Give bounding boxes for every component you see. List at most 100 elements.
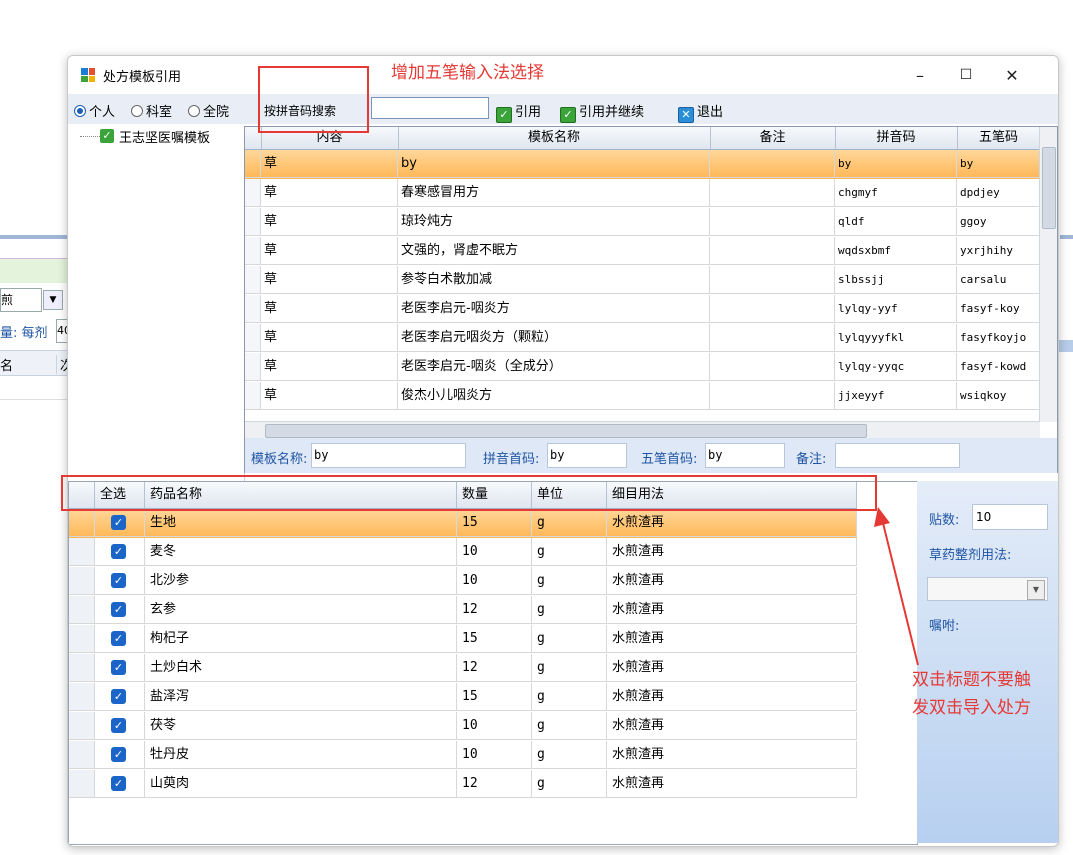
template-row[interactable]: 草老医李启元-咽炎方 lylqy-yyf fasyf-koy <box>245 295 1057 324</box>
exit-button[interactable]: ✕ 退出 <box>678 101 723 123</box>
cell-wubi: ggoy <box>957 208 1040 236</box>
cell-select[interactable]: ✓ <box>95 596 145 624</box>
cell-select[interactable]: ✓ <box>95 538 145 566</box>
row-header[interactable] <box>245 179 261 207</box>
wubi-first-field[interactable]: by <box>705 443 785 468</box>
drug-row[interactable]: ✓ 北沙参 10 g 水煎渣再 <box>69 567 857 596</box>
drug-row[interactable]: ✓ 麦冬 10 g 水煎渣再 <box>69 538 857 567</box>
col-header-wubi[interactable]: 五笔码 <box>957 127 1041 149</box>
row-header[interactable] <box>69 596 95 624</box>
cell-content: 草 <box>261 208 398 236</box>
use-button[interactable]: ✓ 引用 <box>496 101 541 123</box>
cell-note <box>710 353 835 381</box>
row-header[interactable] <box>69 770 95 798</box>
cell-select[interactable]: ✓ <box>95 712 145 740</box>
cell-usage: 水煎渣再 <box>607 712 857 740</box>
drug-row[interactable]: ✓ 山萸肉 12 g 水煎渣再 <box>69 770 857 799</box>
close-button[interactable]: ✕ <box>989 56 1035 94</box>
row-header[interactable] <box>245 295 261 323</box>
template-row[interactable]: 草俊杰小儿咽炎方 jjxeyyf wsiqkoy <box>245 382 1057 411</box>
checkbox-checked-icon[interactable]: ✓ <box>111 689 126 704</box>
background-panel-right <box>1057 340 1073 352</box>
chevron-down-icon[interactable]: ▼ <box>1027 580 1045 600</box>
row-header[interactable] <box>245 150 261 178</box>
window-title: 处方模板引用 <box>103 70 182 85</box>
row-header[interactable] <box>69 712 95 740</box>
background-border-right <box>1060 235 1073 239</box>
template-row[interactable]: 草 by by by <box>245 150 1057 179</box>
drug-row[interactable]: ✓ 枸杞子 15 g 水煎渣再 <box>69 625 857 654</box>
row-header[interactable] <box>245 382 261 410</box>
checkbox-checked-icon[interactable]: ✓ <box>111 660 126 675</box>
checkbox-checked-icon[interactable]: ✓ <box>111 776 126 791</box>
col-header-note[interactable]: 备注 <box>710 127 836 149</box>
checkbox-checked-icon[interactable]: ✓ <box>111 747 126 762</box>
usage-select[interactable]: ▼ <box>927 577 1048 601</box>
row-header[interactable] <box>69 509 95 537</box>
cell-select[interactable]: ✓ <box>95 567 145 595</box>
drug-row[interactable]: ✓ 玄参 12 g 水煎渣再 <box>69 596 857 625</box>
cell-select[interactable]: ✓ <box>95 509 145 537</box>
checkbox-checked-icon[interactable]: ✓ <box>111 573 126 588</box>
drug-row[interactable]: ✓ 土炒白术 12 g 水煎渣再 <box>69 654 857 683</box>
horizontal-scrollbar[interactable] <box>245 421 1040 439</box>
chevron-down-icon[interactable]: ▼ <box>43 290 63 310</box>
row-header[interactable] <box>69 538 95 566</box>
tree-item-root[interactable]: 王志坚医嘱模板 <box>119 127 210 146</box>
radio-hospital[interactable]: 全院 <box>188 101 229 120</box>
template-row[interactable]: 草参苓白术散加减 slbssjj carsalu <box>245 266 1057 295</box>
cell-unit: g <box>532 712 607 740</box>
template-row[interactable]: 草琼玲炖方 qldf ggoy <box>245 208 1057 237</box>
row-header[interactable] <box>69 654 95 682</box>
minimize-button[interactable]: – <box>897 56 943 94</box>
checkbox-checked-icon[interactable]: ✓ <box>111 602 126 617</box>
cell-select[interactable]: ✓ <box>95 683 145 711</box>
radio-personal[interactable]: 个人 <box>74 101 115 120</box>
use-continue-button[interactable]: ✓ 引用并继续 <box>560 101 644 123</box>
pinyin-first-field[interactable]: by <box>547 443 627 468</box>
checkbox-checked-icon[interactable]: ✓ <box>111 544 126 559</box>
drug-row[interactable]: ✓ 牡丹皮 10 g 水煎渣再 <box>69 741 857 770</box>
cell-select[interactable]: ✓ <box>95 625 145 653</box>
cell-select[interactable]: ✓ <box>95 770 145 798</box>
maximize-button[interactable]: ☐ <box>943 56 989 94</box>
search-input[interactable] <box>371 97 489 119</box>
background-dropdown[interactable]: 煎 <box>0 288 42 312</box>
cell-unit: g <box>532 538 607 566</box>
row-header[interactable] <box>69 683 95 711</box>
row-header[interactable] <box>245 266 261 294</box>
cell-drug-name: 玄参 <box>145 596 457 624</box>
checkbox-checked-icon[interactable]: ✓ <box>111 515 126 530</box>
cell-select[interactable]: ✓ <box>95 654 145 682</box>
checkbox-checked-icon[interactable]: ✓ <box>111 718 126 733</box>
drug-row[interactable]: ✓ 盐泽泻 15 g 水煎渣再 <box>69 683 857 712</box>
vertical-scrollbar[interactable] <box>1039 127 1057 422</box>
doses-input[interactable]: 10 <box>972 504 1048 530</box>
row-header[interactable] <box>245 324 261 352</box>
radio-department[interactable]: 科室 <box>131 101 172 120</box>
template-row[interactable]: 草文强的，肾虚不眠方 wqdsxbmf yxrjhihy <box>245 237 1057 266</box>
drug-row[interactable]: ✓ 生地 15 g 水煎渣再 <box>69 509 857 538</box>
drug-row[interactable]: ✓ 茯苓 10 g 水煎渣再 <box>69 712 857 741</box>
checkbox-checked-icon[interactable]: ✓ <box>111 631 126 646</box>
row-header[interactable] <box>69 741 95 769</box>
template-row[interactable]: 草老医李启元咽炎方（颗粒） lylqyyyfkl fasyfkoyjo <box>245 324 1057 353</box>
cell-drug-name: 生地 <box>145 509 457 537</box>
template-name-field[interactable]: by <box>311 443 466 468</box>
template-row[interactable]: 草春寒感冒用方 chgmyf dpdjey <box>245 179 1057 208</box>
cell-wubi: fasyf-koy <box>957 295 1040 323</box>
cell-usage: 水煎渣再 <box>607 625 857 653</box>
row-header[interactable] <box>69 567 95 595</box>
col-header-name[interactable]: 模板名称 <box>398 127 711 149</box>
note-field[interactable] <box>835 443 960 468</box>
cell-quantity: 12 <box>457 596 532 624</box>
col-header-pinyin[interactable]: 拼音码 <box>835 127 958 149</box>
template-row[interactable]: 草老医李启元-咽炎（全成分） lylqy-yyqc fasyf-kowd <box>245 353 1057 382</box>
scroll-thumb[interactable] <box>1042 147 1056 229</box>
row-header[interactable] <box>245 208 261 236</box>
row-header[interactable] <box>69 625 95 653</box>
cell-select[interactable]: ✓ <box>95 741 145 769</box>
hscroll-thumb[interactable] <box>265 424 867 438</box>
row-header[interactable] <box>245 353 261 381</box>
row-header[interactable] <box>245 237 261 265</box>
